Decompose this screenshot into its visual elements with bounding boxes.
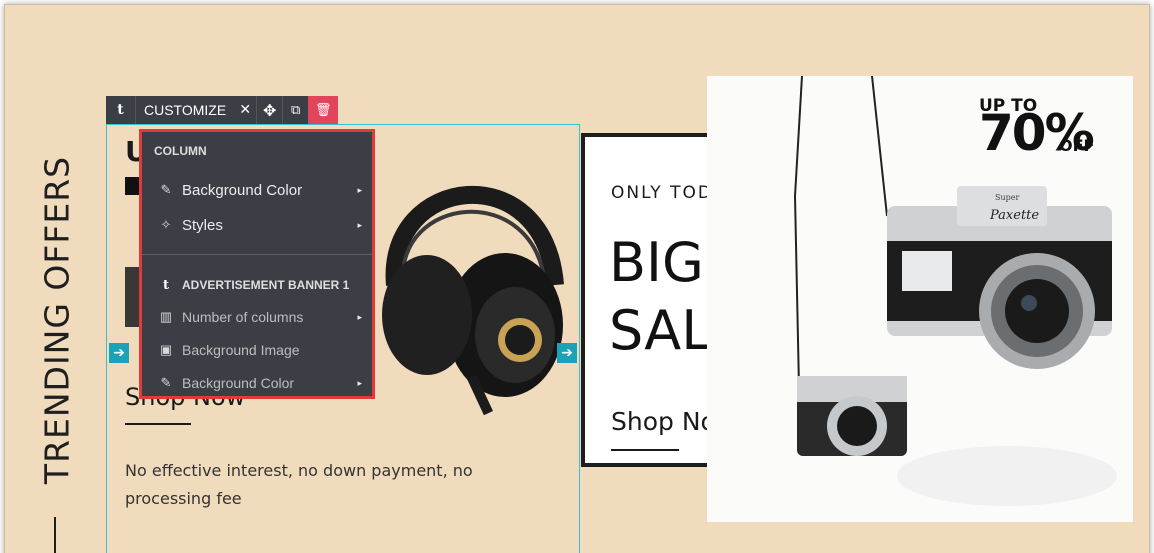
shop-now-underline	[125, 423, 191, 425]
chevron-right-icon: ▸	[357, 184, 362, 195]
camera-banner: Paxette Super UP TO 70% OFF	[707, 76, 1133, 522]
menu-item-label: Background Image	[182, 342, 300, 358]
column-arrow-left-icon[interactable]: ➔	[109, 343, 129, 363]
menu-item-styles[interactable]: ✧ Styles ▸	[142, 210, 372, 240]
columns-icon: ▥	[159, 309, 173, 324]
customize-button[interactable]: CUSTOMIZE	[136, 96, 234, 124]
customize-toolbar: t CUSTOMIZE ✕ ✥ ⧉ 🗑	[106, 96, 339, 124]
banner-logo-icon: t	[162, 277, 169, 293]
menu-item-number-of-columns[interactable]: ▥ Number of columns ▸	[142, 302, 372, 332]
camera-brand-small: Super	[995, 193, 1019, 202]
offer-description: No effective interest, no down payment, …	[125, 461, 473, 508]
customize-menu: COLUMN ✎ Background Color ▸ ✧ Styles ▸ t…	[139, 129, 375, 399]
eyedropper-icon: ✎	[160, 375, 172, 390]
close-icon[interactable]: ✕	[234, 96, 256, 124]
chevron-right-icon: ▸	[357, 311, 362, 322]
chevron-right-icon: ▸	[357, 377, 362, 388]
menu-item-label: Background Color	[182, 375, 295, 391]
menu-section-banner: t ADVERTISEMENT BANNER 1	[142, 272, 372, 298]
section-title-text: TRENDING OFFERS	[37, 155, 77, 485]
column-arrow-right-icon[interactable]: ➔	[557, 343, 577, 363]
image-icon: ▣	[159, 342, 173, 357]
menu-item-label: Styles	[182, 216, 223, 234]
title-divider	[54, 517, 56, 553]
page-frame: TRENDING OFFERS U Shop Now No effective …	[4, 4, 1150, 553]
headphones-image	[382, 185, 564, 415]
toolbar-logo-icon[interactable]: t	[106, 96, 136, 124]
menu-item-label: Background Color	[182, 181, 303, 199]
section-title: TRENDING OFFERS	[27, 125, 87, 515]
menu-item-background-image[interactable]: ▣ Background Image	[142, 335, 372, 365]
menu-item-label: Number of columns	[182, 309, 304, 325]
sale-shop-now-underline	[611, 449, 679, 451]
menu-section-column: COLUMN	[154, 144, 207, 158]
menu-divider	[142, 254, 372, 255]
menu-item-background-color[interactable]: ✎ Background Color ▸	[142, 175, 372, 205]
eyedropper-icon: ✎	[160, 182, 172, 197]
camera-brand: Paxette	[989, 208, 1039, 223]
promo-off: OFF	[1059, 136, 1095, 155]
duplicate-icon[interactable]: ⧉	[282, 96, 308, 124]
promo-badge: UP TO 70% OFF	[979, 94, 1099, 174]
menu-item-banner-background-color[interactable]: ✎ Background Color ▸	[142, 368, 372, 398]
magic-wand-icon: ✧	[160, 217, 172, 232]
chevron-right-icon: ▸	[357, 219, 362, 230]
menu-section-banner-title: ADVERTISEMENT BANNER 1	[182, 278, 350, 292]
delete-icon[interactable]: 🗑	[308, 96, 339, 124]
move-icon[interactable]: ✥	[256, 96, 282, 124]
